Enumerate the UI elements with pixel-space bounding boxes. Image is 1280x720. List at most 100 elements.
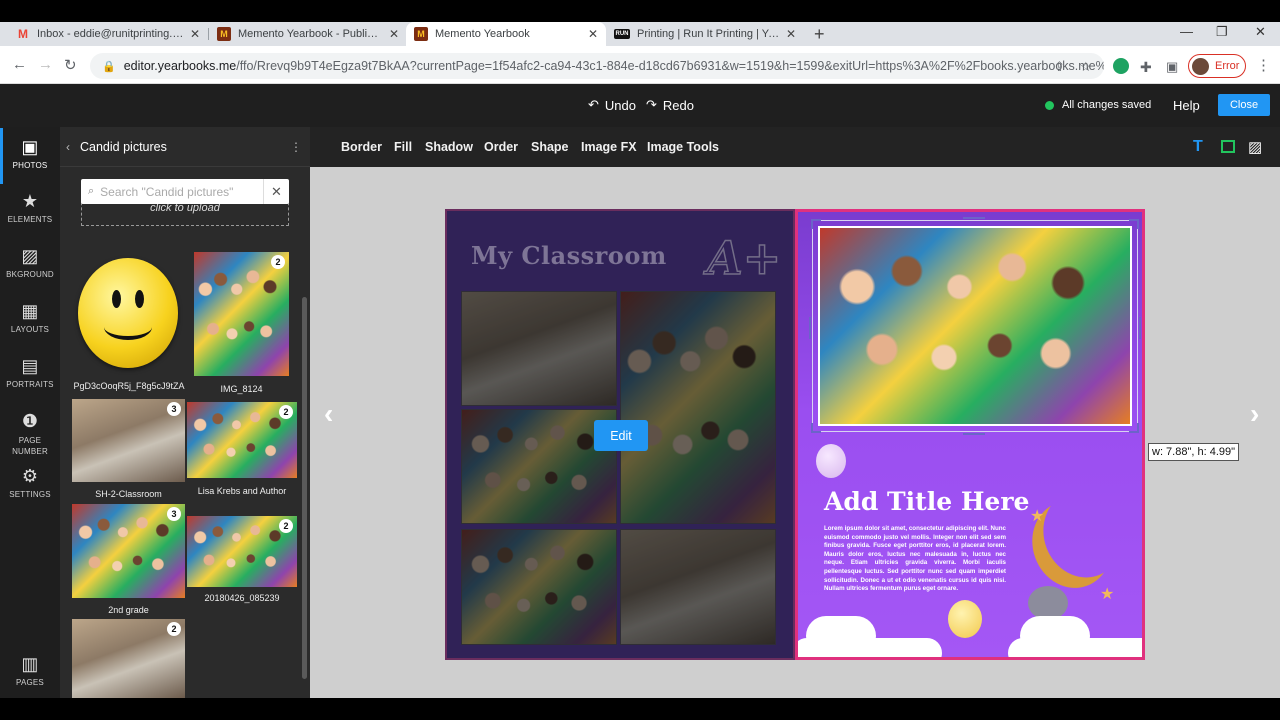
- right-page[interactable]: Add Title Here Lorem ipsum dolor sit ame…: [795, 209, 1145, 660]
- browser-tab-publisher[interactable]: M Memento Yearbook - Publisher D ✕: [209, 22, 407, 46]
- restore-icon[interactable]: ❐: [1216, 24, 1228, 40]
- profile-button[interactable]: Error: [1188, 54, 1246, 78]
- edit-button[interactable]: Edit: [594, 420, 648, 451]
- close-tab-icon[interactable]: ✕: [588, 27, 598, 41]
- rail-label: PORTRAITS: [6, 380, 54, 389]
- cloud-graphic: [798, 638, 942, 657]
- next-page-icon[interactable]: ›: [1250, 398, 1259, 430]
- help-link[interactable]: Help: [1173, 98, 1200, 113]
- search-input[interactable]: [100, 184, 261, 199]
- rail-background[interactable]: ▨ BKGROUND: [0, 246, 60, 279]
- cat-graphic: [1028, 586, 1068, 620]
- extensions-icon[interactable]: ✚: [1140, 59, 1152, 76]
- back-icon[interactable]: ←: [12, 56, 27, 73]
- tool-fill[interactable]: Fill: [394, 140, 412, 154]
- panel-header: ‹ Candid pictures ⋮: [60, 127, 310, 167]
- dimensions-tooltip: w: 7.88", h: 4.99": [1148, 443, 1240, 461]
- forward-icon[interactable]: →: [38, 56, 53, 73]
- rail-page-number[interactable]: ❶ PAGE NUMBER: [0, 411, 60, 457]
- smiley-mouth: [104, 314, 152, 340]
- photo-thumbnail[interactable]: 2: [187, 516, 297, 587]
- resize-handle[interactable]: [811, 423, 821, 433]
- redo-button[interactable]: ↷ Redo: [646, 97, 694, 113]
- reload-icon[interactable]: ↻: [64, 56, 77, 74]
- tool-shape[interactable]: Shape: [531, 140, 569, 154]
- tool-image-fx[interactable]: Image FX: [581, 140, 637, 154]
- chevron-left-icon[interactable]: ‹: [66, 140, 70, 154]
- browser-tab-inbox[interactable]: M Inbox - eddie@runitprinting.com ✕: [8, 22, 208, 46]
- rail-portraits[interactable]: ▤ PORTRAITS: [0, 356, 60, 389]
- browser-tab-runit[interactable]: RUN Printing | Run It Printing | Yearbo …: [606, 22, 804, 46]
- share-icon[interactable]: ⇪: [1054, 59, 1065, 75]
- frame-icon[interactable]: [1221, 140, 1235, 153]
- usage-count-badge: 2: [271, 255, 285, 269]
- text-icon[interactable]: T: [1193, 138, 1203, 156]
- rail-label: PAGES: [16, 678, 44, 687]
- rail-photos[interactable]: ▣ PHOTOS: [0, 128, 60, 184]
- page-spread: My Classroom A+ Edit Add Title Here Lore…: [445, 209, 1145, 660]
- photo-thumbnail[interactable]: 2: [194, 252, 289, 376]
- tool-order[interactable]: Order: [484, 140, 518, 154]
- rail-elements[interactable]: ★ ELEMENTS: [0, 191, 60, 224]
- resize-handle[interactable]: [963, 432, 985, 435]
- photo-thumbnail[interactable]: 3: [72, 504, 185, 598]
- photo-search: ⌕ ✕: [81, 179, 289, 204]
- rail-label: ELEMENTS: [7, 215, 53, 224]
- photo-thumbnail[interactable]: 3: [72, 399, 185, 482]
- resize-handle[interactable]: [811, 219, 821, 229]
- profile-status: Error: [1215, 60, 1240, 72]
- photo-caption: Lisa Krebs and Author: [197, 486, 287, 496]
- rail-layouts[interactable]: ▦ LAYOUTS: [0, 301, 60, 334]
- close-button[interactable]: Close: [1218, 94, 1270, 116]
- close-tab-icon[interactable]: ✕: [190, 27, 200, 41]
- body-text[interactable]: Lorem ipsum dolor sit amet, consectetur …: [824, 525, 1006, 594]
- gmail-icon: M: [18, 27, 28, 41]
- save-status-text: All changes saved: [1062, 99, 1152, 111]
- gear-icon: ⚙: [21, 466, 39, 486]
- left-page[interactable]: My Classroom A+ Edit: [445, 209, 795, 660]
- close-tab-icon[interactable]: ✕: [389, 27, 399, 41]
- bookmark-star-icon[interactable]: ☆: [1080, 59, 1092, 75]
- resize-handle[interactable]: [1129, 219, 1139, 229]
- tool-border[interactable]: Border: [341, 140, 382, 154]
- resize-handle[interactable]: [809, 317, 812, 339]
- close-tab-icon[interactable]: ✕: [786, 27, 796, 41]
- tool-image-tools[interactable]: Image Tools: [647, 140, 719, 154]
- rail-pages[interactable]: ▥ PAGES: [0, 654, 60, 687]
- address-bar-row: ← → ↻ 🔒 editor.yearbooks.me/ffo/Rrevq9b9…: [0, 46, 1280, 84]
- usage-count-badge: 2: [279, 519, 293, 533]
- window-close-icon[interactable]: ✕: [1255, 24, 1266, 40]
- clear-search-icon[interactable]: ✕: [263, 179, 289, 204]
- panel-scrollbar[interactable]: [302, 297, 307, 679]
- star-graphic: ★: [1100, 586, 1115, 603]
- photo-thumbnail[interactable]: 2: [187, 402, 297, 478]
- browser-menu-icon[interactable]: ⋮: [1256, 56, 1271, 74]
- undo-icon: ↶: [588, 97, 599, 112]
- rail-settings[interactable]: ⚙ SETTINGS: [0, 466, 60, 499]
- photo-thumbnail[interactable]: 2: [72, 619, 185, 698]
- previous-page-icon[interactable]: ‹: [324, 398, 333, 430]
- photo-caption: PgD3cOoqR5j_F8g5cJ9tZA: [73, 381, 185, 391]
- url-field[interactable]: 🔒 editor.yearbooks.me/ffo/Rrevq9b9T4eEgz…: [90, 53, 1104, 79]
- selection-box: [809, 217, 1141, 435]
- usage-count-badge: 2: [279, 405, 293, 419]
- more-options-icon[interactable]: ⋮: [290, 140, 302, 154]
- minimize-icon[interactable]: —: [1180, 24, 1193, 39]
- right-page-title[interactable]: Add Title Here: [824, 487, 1029, 516]
- sidepanel-icon[interactable]: ▣: [1166, 59, 1178, 75]
- photos-panel: ‹ Candid pictures ⋮ click to upload ⌕ ✕ …: [60, 127, 310, 698]
- undo-button[interactable]: ↶ Undo: [588, 97, 636, 113]
- layouts-icon: ▦: [21, 301, 39, 321]
- new-tab-icon[interactable]: +: [814, 24, 825, 45]
- resize-handle[interactable]: [1138, 317, 1141, 339]
- tool-shadow[interactable]: Shadow: [425, 140, 473, 154]
- balloon-graphic: [948, 600, 982, 638]
- resize-handle[interactable]: [1129, 423, 1139, 433]
- photo-caption: 2nd grade: [108, 605, 149, 615]
- grammarly-icon[interactable]: [1113, 58, 1129, 74]
- browser-tab-memento[interactable]: M Memento Yearbook ✕: [406, 22, 606, 46]
- undo-label: Undo: [604, 97, 636, 113]
- image-icon[interactable]: ▨: [1248, 138, 1262, 156]
- photo-thumbnail-smiley[interactable]: [78, 258, 178, 368]
- resize-handle[interactable]: [963, 217, 985, 220]
